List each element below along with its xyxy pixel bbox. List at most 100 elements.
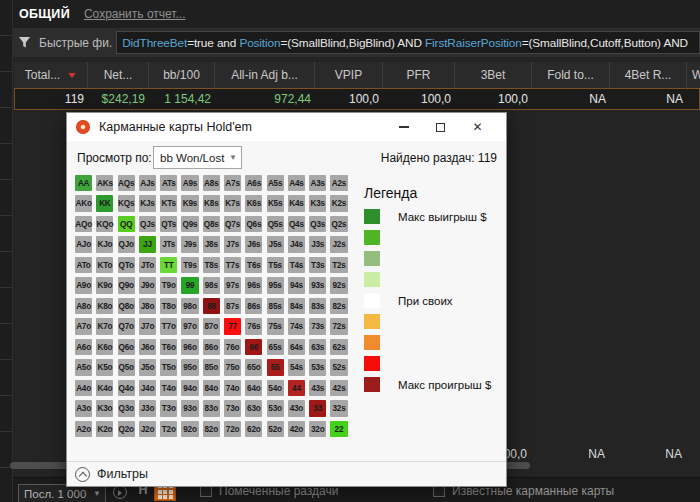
hand-cell-44[interactable]: 44 — [288, 380, 305, 396]
hand-cell-QJs[interactable]: QJs — [139, 216, 156, 232]
column-header[interactable]: 4Bet R... — [610, 62, 687, 88]
hand-cell-T9o[interactable]: T9o — [160, 277, 177, 293]
hand-cell-32s[interactable]: 32s — [330, 400, 347, 416]
hand-cell-94s[interactable]: 94s — [288, 277, 305, 293]
hand-cell-A3o[interactable]: A3o — [75, 400, 92, 416]
hand-cell-92s[interactable]: 92s — [330, 277, 347, 293]
hand-cell-42o[interactable]: 42o — [288, 421, 305, 437]
hand-cell-K8o[interactable]: K8o — [96, 298, 113, 314]
hand-cell-KQo[interactable]: KQo — [96, 216, 113, 232]
hand-cell-54o[interactable]: 54o — [267, 380, 284, 396]
hand-cell-T9s[interactable]: T9s — [181, 257, 198, 273]
column-header[interactable]: VPIP — [315, 62, 383, 88]
hand-cell-32o[interactable]: 32o — [309, 421, 326, 437]
close-button[interactable]: ✕ — [459, 117, 496, 137]
hand-cell-63o[interactable]: 63o — [245, 400, 262, 416]
hand-cell-TT[interactable]: TT — [160, 257, 177, 273]
hand-cell-83o[interactable]: 83o — [203, 400, 220, 416]
hand-cell-QJo[interactable]: QJo — [118, 236, 135, 252]
hand-cell-73s[interactable]: 73s — [309, 318, 326, 334]
hand-cell-Q4o[interactable]: Q4o — [118, 380, 135, 396]
hand-cell-J3s[interactable]: J3s — [309, 236, 326, 252]
hand-cell-Q9o[interactable]: Q9o — [118, 277, 135, 293]
hand-cell-J9o[interactable]: J9o — [139, 277, 156, 293]
hand-cell-T7o[interactable]: T7o — [160, 318, 177, 334]
hand-cell-Q4s[interactable]: Q4s — [288, 216, 305, 232]
hand-cell-AKo[interactable]: AKo — [75, 195, 92, 211]
hand-cell-KTs[interactable]: KTs — [160, 195, 177, 211]
hand-cell-55[interactable]: 55 — [267, 359, 284, 375]
hand-cell-K7s[interactable]: K7s — [224, 195, 241, 211]
hand-cell-97o[interactable]: 97o — [181, 318, 198, 334]
hand-cell-84s[interactable]: 84s — [288, 298, 305, 314]
minimize-button[interactable] — [385, 117, 422, 137]
hand-cell-K3s[interactable]: K3s — [309, 195, 326, 211]
hand-cell-62o[interactable]: 62o — [245, 421, 262, 437]
hand-cell-97s[interactable]: 97s — [224, 277, 241, 293]
hand-cell-K5s[interactable]: K5s — [267, 195, 284, 211]
hand-cell-98s[interactable]: 98s — [203, 277, 220, 293]
hand-cell-T2s[interactable]: T2s — [330, 257, 347, 273]
hand-cell-T2o[interactable]: T2o — [160, 421, 177, 437]
hand-cell-A5o[interactable]: A5o — [75, 359, 92, 375]
hand-cell-JTo[interactable]: JTo — [139, 257, 156, 273]
hand-cell-K6o[interactable]: K6o — [96, 339, 113, 355]
maximize-button[interactable] — [422, 117, 459, 137]
hand-cell-T6s[interactable]: T6s — [245, 257, 262, 273]
hand-cell-A5s[interactable]: A5s — [267, 175, 284, 191]
hand-cell-J7s[interactable]: J7s — [224, 236, 241, 252]
hand-cell-Q2o[interactable]: Q2o — [118, 421, 135, 437]
hand-cell-K7o[interactable]: K7o — [96, 318, 113, 334]
hand-cell-J5s[interactable]: J5s — [267, 236, 284, 252]
table-row[interactable]: 119$242,191 154,42972,44100,0100,0100,0N… — [14, 88, 700, 110]
hand-cell-52s[interactable]: 52s — [330, 359, 347, 375]
column-header[interactable]: W — [687, 62, 700, 88]
hand-cell-77[interactable]: 77 — [224, 318, 241, 334]
hand-cell-66[interactable]: 66 — [245, 339, 262, 355]
hand-cell-82o[interactable]: 82o — [203, 421, 220, 437]
hand-cell-T4s[interactable]: T4s — [288, 257, 305, 273]
hand-cell-J7o[interactable]: J7o — [139, 318, 156, 334]
hand-cell-Q9s[interactable]: Q9s — [181, 216, 198, 232]
hand-cell-85s[interactable]: 85s — [267, 298, 284, 314]
hand-cell-85o[interactable]: 85o — [203, 359, 220, 375]
hand-cell-J2o[interactable]: J2o — [139, 421, 156, 437]
hand-cell-A7o[interactable]: A7o — [75, 318, 92, 334]
hand-cell-84o[interactable]: 84o — [203, 380, 220, 396]
hand-cell-95o[interactable]: 95o — [181, 359, 198, 375]
hand-cell-76o[interactable]: 76o — [224, 339, 241, 355]
hand-cell-64o[interactable]: 64o — [245, 380, 262, 396]
hand-cell-K2s[interactable]: K2s — [330, 195, 347, 211]
hand-cell-JJ[interactable]: JJ — [139, 236, 156, 252]
hand-cell-96s[interactable]: 96s — [245, 277, 262, 293]
column-header[interactable]: All-in Adj b... — [215, 62, 315, 88]
hand-cell-QQ[interactable]: QQ — [118, 216, 135, 232]
hand-cell-K8s[interactable]: K8s — [203, 195, 220, 211]
hand-cell-AKs[interactable]: AKs — [96, 175, 113, 191]
hand-cell-Q6s[interactable]: Q6s — [245, 216, 262, 232]
hand-cell-A9o[interactable]: A9o — [75, 277, 92, 293]
hand-cell-KTo[interactable]: KTo — [96, 257, 113, 273]
hand-cell-Q7s[interactable]: Q7s — [224, 216, 241, 232]
popup-titlebar[interactable]: Карманные карты Hold'em ✕ — [67, 113, 506, 141]
replay-icon[interactable] — [113, 485, 127, 499]
hand-cell-KQs[interactable]: KQs — [118, 195, 135, 211]
hand-cell-65o[interactable]: 65o — [245, 359, 262, 375]
hand-cell-AJo[interactable]: AJo — [75, 236, 92, 252]
hand-cell-63s[interactable]: 63s — [309, 339, 326, 355]
hand-cell-87s[interactable]: 87s — [224, 298, 241, 314]
hand-cell-T3s[interactable]: T3s — [309, 257, 326, 273]
hand-cell-92o[interactable]: 92o — [181, 421, 198, 437]
hand-cell-74s[interactable]: 74s — [288, 318, 305, 334]
hand-cell-T8s[interactable]: T8s — [203, 257, 220, 273]
hand-cell-K2o[interactable]: K2o — [96, 421, 113, 437]
hand-cell-96o[interactable]: 96o — [181, 339, 198, 355]
hand-cell-T6o[interactable]: T6o — [160, 339, 177, 355]
column-header[interactable]: Total... — [14, 62, 88, 88]
hand-cell-K3o[interactable]: K3o — [96, 400, 113, 416]
hand-cell-Q6o[interactable]: Q6o — [118, 339, 135, 355]
hand-cell-99[interactable]: 99 — [181, 277, 198, 293]
hand-cell-ATo[interactable]: ATo — [75, 257, 92, 273]
hand-cell-T3o[interactable]: T3o — [160, 400, 177, 416]
hand-cell-Q3s[interactable]: Q3s — [309, 216, 326, 232]
